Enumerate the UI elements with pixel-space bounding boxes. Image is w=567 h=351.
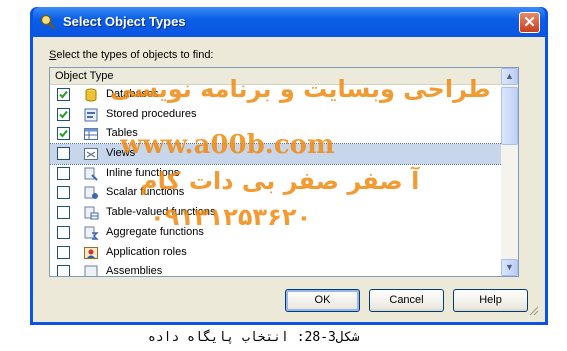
checkbox[interactable] (57, 225, 70, 239)
checkbox[interactable] (57, 245, 70, 259)
checkbox[interactable] (57, 127, 70, 141)
list-item[interactable]: Table-valued functions (50, 203, 502, 223)
column-header-object-type[interactable]: Object Type (50, 68, 502, 85)
checkbox[interactable] (57, 206, 70, 220)
list-item[interactable]: Inline functions (50, 164, 502, 184)
checkbox[interactable] (57, 107, 70, 121)
item-label: Stored procedures (106, 107, 197, 120)
checkmark-icon (59, 130, 68, 138)
list-item[interactable]: Stored procedures (50, 105, 502, 125)
chevron-up-icon: ▲ (505, 71, 514, 81)
database-icon (85, 88, 97, 102)
figure-caption: شکل3-28: انتخاب پایگاه داده (148, 330, 360, 345)
checkmark-icon (59, 110, 68, 119)
scroll-down-button[interactable]: ▼ (501, 259, 518, 276)
column-header-label: Object Type (55, 70, 114, 82)
scroll-up-button[interactable]: ▲ (501, 68, 518, 85)
item-label: Tables (106, 127, 138, 140)
scalar-function-icon (84, 186, 98, 200)
scroll-thumb[interactable] (501, 87, 518, 145)
close-icon: ✕ (523, 14, 536, 31)
inline-function-icon (84, 167, 98, 181)
list-item[interactable]: Databases (50, 85, 502, 105)
application-role-icon (84, 246, 98, 259)
aggregate-function-icon (84, 226, 99, 240)
list-item[interactable]: Application roles (50, 243, 502, 263)
resize-grip-icon[interactable] (529, 306, 539, 316)
item-label: Table-valued functions (106, 206, 216, 219)
checkmark-icon (59, 90, 68, 99)
prompt-label: Select the types of objects to find: (49, 49, 214, 61)
list-item[interactable]: Assemblies (50, 262, 502, 277)
checkbox[interactable] (57, 186, 70, 200)
search-objects-icon (40, 14, 56, 30)
view-icon (84, 148, 98, 161)
item-label: Application roles (106, 245, 187, 258)
vertical-scrollbar[interactable]: ▲ ▼ (501, 68, 518, 276)
item-label: Scalar functions (106, 186, 185, 199)
table-valued-function-icon (84, 206, 99, 220)
title-bar[interactable]: Select Object Types ✕ (33, 7, 545, 37)
dialog-body: Select the types of objects to find: Obj… (33, 37, 545, 322)
item-label: Databases (106, 88, 159, 100)
item-label: Aggregate functions (106, 225, 204, 238)
object-type-list[interactable]: Object Type Databases Stored procedures (49, 67, 519, 277)
item-label: Assemblies (106, 265, 163, 277)
object-type-rows: Databases Stored procedures Tables Views… (50, 85, 503, 277)
checkbox[interactable] (57, 265, 70, 276)
item-label: Views (106, 147, 136, 160)
close-button[interactable]: ✕ (519, 12, 540, 33)
chevron-down-icon: ▼ (505, 262, 514, 272)
checkbox[interactable] (57, 88, 70, 101)
ok-button[interactable]: OK (285, 289, 360, 312)
list-item[interactable]: Scalar functions (50, 183, 502, 203)
dialog-title: Select Object Types (63, 14, 186, 29)
help-button[interactable]: Help (453, 289, 528, 312)
list-item-selected[interactable]: Views (50, 143, 503, 165)
item-label: Inline functions (106, 166, 180, 179)
stored-procedure-icon (84, 108, 98, 122)
select-object-types-dialog: Select Object Types ✕ Select the types o… (30, 7, 548, 325)
table-icon (84, 128, 98, 141)
checkbox[interactable] (57, 166, 70, 180)
assembly-icon (84, 265, 98, 276)
cancel-button[interactable]: Cancel (369, 289, 444, 312)
prompt-text: elect the types of objects to find: (56, 49, 214, 61)
list-item[interactable]: Tables (50, 124, 502, 144)
checkbox[interactable] (57, 147, 70, 161)
list-item[interactable]: Aggregate functions (50, 223, 502, 243)
